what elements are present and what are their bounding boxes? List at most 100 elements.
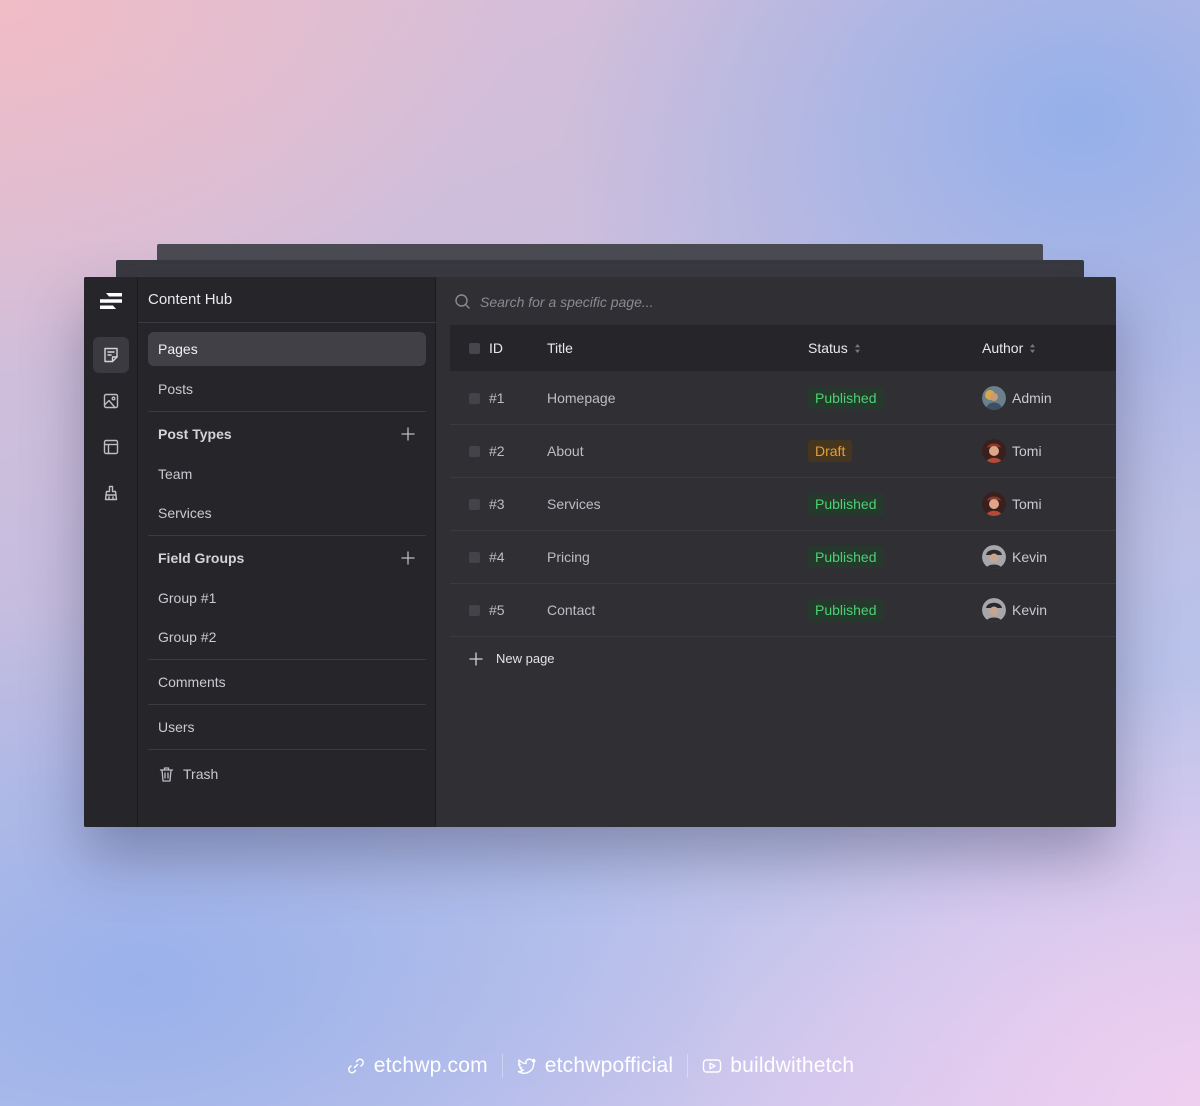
nav-divider [148, 535, 426, 536]
icon-rail [84, 277, 138, 827]
column-header-label: Status [808, 340, 848, 356]
row-checkbox[interactable] [469, 498, 480, 510]
twitter-handle: etchwpofficial [544, 1054, 674, 1077]
nav-divider [148, 749, 426, 750]
author-name: Tomi [1012, 443, 1042, 459]
author-name: Tomi [1012, 496, 1042, 512]
search-icon [455, 294, 470, 309]
row-id: #4 [489, 549, 505, 565]
row-author: Tomi [982, 439, 1042, 463]
nav-item-group-2[interactable]: Group #2 [148, 620, 426, 654]
nav-divider [148, 411, 426, 412]
twitter-link[interactable]: etchwpofficial [517, 1054, 673, 1078]
status-badge: Published [808, 387, 884, 409]
rail-pages-button[interactable] [93, 337, 129, 373]
add-field-group-icon[interactable] [400, 550, 416, 566]
footer-divider [501, 1054, 503, 1078]
trash-icon [159, 766, 174, 782]
row-author: Tomi [982, 492, 1042, 516]
status-badge: Published [808, 599, 884, 621]
table-row[interactable]: #2 About Draft Tomi [450, 425, 1116, 478]
nav-section-label: Post Types [158, 426, 232, 442]
etch-logo [100, 293, 122, 309]
row-author: Kevin [982, 545, 1047, 569]
brush-icon [104, 485, 118, 501]
table-row[interactable]: #1 Homepage Published Admin [450, 372, 1116, 425]
nav-divider [148, 659, 426, 660]
select-all-checkbox[interactable] [469, 342, 480, 354]
link-icon [347, 1058, 364, 1074]
rail-layout-button[interactable] [93, 429, 129, 465]
nav-section-post-types: Post Types [148, 417, 426, 451]
row-checkbox[interactable] [469, 445, 480, 457]
nav-divider [138, 322, 436, 323]
nav-item-group-1[interactable]: Group #1 [148, 581, 426, 615]
status-badge: Draft [808, 440, 853, 462]
nav-section-label: Field Groups [158, 550, 245, 566]
column-header-status[interactable]: Status [808, 340, 861, 356]
row-title[interactable]: About [547, 443, 584, 459]
content-hub-window: Content Hub Pages Posts Post Types Team … [84, 277, 1116, 827]
layout-icon [103, 439, 119, 455]
table-row[interactable]: #3 Services Published Tomi [450, 478, 1116, 531]
row-id: #3 [489, 496, 505, 512]
row-id: #1 [489, 390, 505, 406]
nav-item-team[interactable]: Team [148, 457, 426, 491]
avatar [982, 598, 1006, 622]
table-header: ID Title Status Author [450, 325, 1116, 371]
table-row[interactable]: #5 Contact Published Kevin [450, 584, 1116, 637]
column-header-label: Author [982, 340, 1024, 356]
new-page-label: New page [496, 651, 555, 666]
avatar [982, 545, 1006, 569]
youtube-channel: buildwithetch [730, 1054, 855, 1077]
youtube-icon [703, 1059, 722, 1073]
column-header-id[interactable]: ID [489, 340, 503, 356]
website-text: etchwp.com [373, 1054, 488, 1077]
rail-style-button[interactable] [93, 475, 129, 511]
search-field[interactable]: Search for a specific page... [454, 293, 654, 310]
footer-divider [687, 1054, 689, 1078]
author-name: Admin [1012, 390, 1052, 406]
column-header-title[interactable]: Title [547, 340, 573, 356]
row-title[interactable]: Pricing [547, 549, 590, 565]
row-checkbox[interactable] [469, 392, 480, 404]
media-icon [103, 393, 119, 409]
row-id: #5 [489, 602, 505, 618]
nav-item-users[interactable]: Users [148, 710, 426, 744]
row-id: #2 [489, 443, 505, 459]
nav-divider [148, 704, 426, 705]
row-author: Kevin [982, 598, 1047, 622]
sort-icon [1030, 343, 1036, 353]
pages-panel: Search for a specific page... ID Title S… [436, 277, 1116, 827]
website-link[interactable]: etchwp.com [346, 1054, 488, 1078]
nav-item-posts[interactable]: Posts [148, 372, 426, 406]
plus-icon [469, 651, 483, 666]
author-name: Kevin [1012, 549, 1048, 565]
row-checkbox[interactable] [469, 551, 480, 563]
row-title[interactable]: Services [547, 496, 601, 512]
new-page-button[interactable]: New page [469, 651, 555, 666]
status-badge: Published [808, 546, 884, 568]
nav-section-field-groups: Field Groups [148, 541, 426, 575]
row-title[interactable]: Homepage [547, 390, 616, 406]
table-row[interactable]: #4 Pricing Published Kevin [450, 531, 1116, 584]
status-badge: Published [808, 493, 884, 515]
author-name: Kevin [1012, 602, 1048, 618]
rail-media-button[interactable] [93, 383, 129, 419]
sort-icon [854, 343, 860, 353]
row-checkbox[interactable] [469, 604, 480, 616]
nav-item-label: Trash [183, 766, 219, 782]
add-post-type-icon[interactable] [400, 426, 416, 442]
avatar [982, 492, 1006, 516]
social-footer: etchwp.com etchwpofficial buildwithetch [0, 1054, 1200, 1078]
content-nav: Content Hub Pages Posts Post Types Team … [138, 277, 436, 827]
row-title[interactable]: Contact [547, 602, 595, 618]
nav-item-services[interactable]: Services [148, 496, 426, 530]
column-header-author[interactable]: Author [982, 340, 1036, 356]
youtube-link[interactable]: buildwithetch [702, 1054, 854, 1078]
nav-item-comments[interactable]: Comments [148, 665, 426, 699]
nav-item-pages[interactable]: Pages [148, 332, 426, 366]
pages-icon [104, 347, 118, 363]
app-title: Content Hub [148, 291, 233, 308]
nav-item-trash[interactable]: Trash [148, 757, 426, 791]
